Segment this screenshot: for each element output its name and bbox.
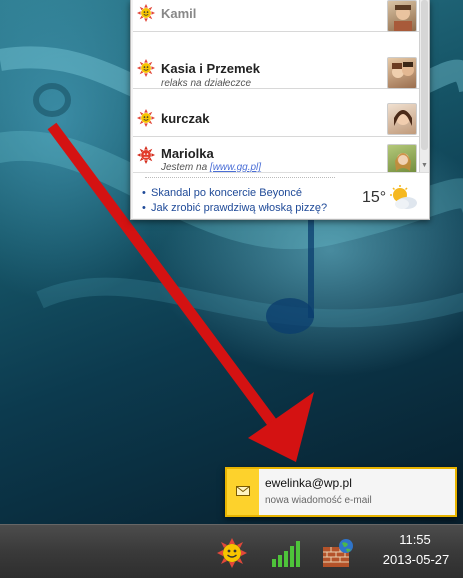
news-divider [145,177,335,183]
status-available-sun-icon [137,59,155,77]
couple-photo-icon [392,62,414,78]
contact-row-kamil[interactable]: Kamil [133,0,419,32]
description-link[interactable]: [www.gg.pl] [210,162,261,172]
notification-message: nowa wiadomość e-mail [265,495,372,506]
taskbar: 11:55 2013-05-27 [0,524,463,578]
partly-cloudy-icon [390,185,417,209]
contact-list-scrollbar[interactable]: ▼ [419,0,429,172]
clock-date[interactable]: 2013-05-27 [374,552,458,567]
girl-photo-icon [395,153,411,171]
contact-list: Kamil Kasia i Przemek relaks na działecz… [133,0,419,172]
weather-temperature: 15° [362,189,387,206]
notification-sender: ewelinka@wp.pl [265,476,352,490]
gg-sun-icon[interactable] [216,537,248,569]
scroll-down-arrow-icon[interactable]: ▼ [421,162,428,169]
status-busy-sun-icon [137,146,155,164]
signal-strength-icon[interactable] [270,537,302,569]
contact-name: Kasia i Przemek [161,61,261,76]
status-away-sun-icon [137,4,155,22]
contact-description: relaks na działeczce [161,78,252,89]
woman-photo-icon [394,110,412,126]
firewall-globe-icon[interactable] [322,537,354,569]
contact-avatar [387,103,417,135]
clock-time[interactable]: 11:55 [380,532,450,547]
contact-name: Mariolka [161,146,214,161]
news-panel: Skandal po koncercie Beyoncé Jak zrobić … [133,172,429,218]
scrollbar-thumb[interactable] [421,0,428,150]
news-item-link[interactable]: Jak zrobić prawdziwą włoską pizzę? [142,202,327,214]
contact-avatar [387,57,417,89]
contact-row-kurczak[interactable]: kurczak [133,99,419,137]
contact-avatar [387,144,417,172]
contact-avatar [387,0,417,32]
notification-icon-box [227,469,259,515]
messenger-contact-window: Kamil Kasia i Przemek relaks na działecz… [130,0,430,220]
contact-name: kurczak [161,111,210,126]
status-available-sun-icon [137,109,155,127]
description-text: Jestem na [161,162,210,172]
contact-row-kasia-i-przemek[interactable]: Kasia i Przemek relaks na działeczce [133,51,419,89]
email-notification-toast[interactable]: ewelinka@wp.pl nowa wiadomość e-mail [225,467,457,517]
news-item-link[interactable]: Skandal po koncercie Beyoncé [142,187,302,199]
envelope-icon [236,486,250,496]
contact-description: Jestem na [www.gg.pl] [161,162,261,172]
contact-row-mariolka[interactable]: Mariolka Jestem na [www.gg.pl] [133,138,419,172]
child-photo-icon [394,5,412,31]
contact-name: Kamil [161,6,197,21]
